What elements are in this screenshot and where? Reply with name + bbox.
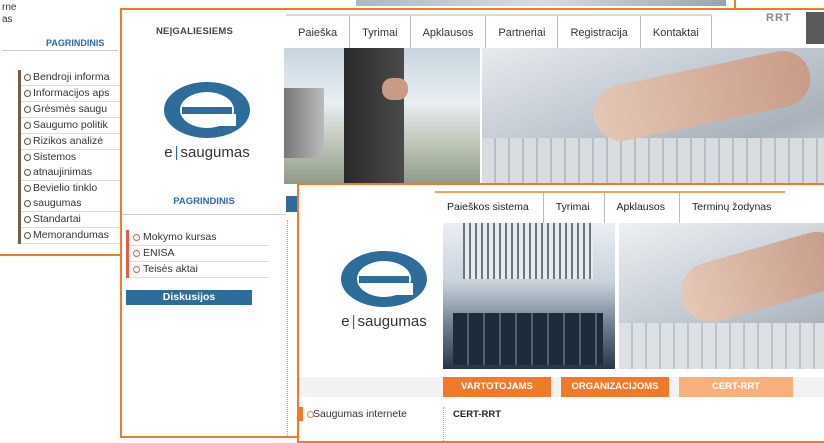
header-photo-typing [619, 223, 824, 369]
menu-item[interactable]: Grėsmės saugu [21, 102, 121, 118]
section-heading: PAGRINDINIS [173, 196, 235, 207]
content-heading: CERT-RRT [453, 409, 502, 420]
menu-item-saugumas-internete[interactable]: Saugumas internete [299, 407, 443, 421]
menu-item-wrapped[interactable]: Sistemos [21, 150, 121, 165]
tab-cert-rrt[interactable]: CERT-RRT [679, 377, 793, 397]
side-menu: Bendroji informa Informacijos aps Grėsmė… [18, 70, 121, 244]
text-fragment: rne as [2, 2, 16, 26]
top-nav: Paieška Tyrimai Apklausos Partneriai Reg… [286, 14, 712, 48]
menu-item-line: Bevielio tinklo [33, 182, 98, 194]
column-divider [443, 407, 444, 441]
header-photo-strip [356, 0, 726, 6]
nav-item-apklausos[interactable]: Apklausos [605, 193, 680, 223]
header-photo-server-room [443, 223, 615, 369]
fragment-line: as [2, 14, 13, 25]
accessibility-link[interactable]: NEĮGALIESIEMS [156, 26, 233, 37]
menu-item-line: saugumas [33, 197, 82, 209]
logo-text: e | saugumas [164, 144, 250, 161]
menu-item[interactable]: Standartai [21, 212, 121, 228]
e-logo-icon [341, 251, 427, 307]
nav-item-registracija[interactable]: Registracija [558, 16, 641, 48]
menu-item[interactable]: Informacijos aps [21, 86, 121, 102]
nav-item-kontaktai[interactable]: Kontaktai [641, 16, 712, 48]
header-photo-typing [482, 45, 824, 184]
nav-item-apklausos[interactable]: Apklausos [411, 16, 487, 48]
tab-organizacijoms[interactable]: ORGANIZACIJOMS [561, 377, 669, 397]
site-logo[interactable]: e | saugumas [152, 82, 262, 161]
nav-item-paieskos-sistema[interactable]: Paieškos sistema [435, 193, 544, 223]
nav-item-paieska[interactable]: Paieška [286, 16, 351, 48]
menu-item-wrapped[interactable]: Bevielio tinklo [21, 181, 121, 196]
menu-item-line: Sistemos [33, 151, 77, 163]
nav-item-tyrimai[interactable]: Tyrimai [544, 193, 605, 223]
menu-item[interactable]: Bendroji informa [21, 70, 121, 86]
site-logo[interactable]: e | saugumas [329, 251, 439, 330]
column-divider [287, 220, 288, 436]
divider [122, 214, 286, 215]
rrt-logo[interactable]: RRT [766, 12, 792, 24]
nav-item-tyrimai[interactable]: Tyrimai [350, 16, 411, 48]
discussions-button[interactable]: Diskusijos [126, 290, 252, 305]
menu-item-continuation[interactable]: atnaujinimas [21, 165, 121, 181]
fragment-line: rne [2, 2, 17, 13]
section-heading: PAGRINDINIS [46, 38, 105, 48]
menu-item[interactable]: Saugumo politik [21, 118, 121, 134]
side-menu: Mokymo kursas ENISA Teisės aktai [126, 230, 269, 278]
header-photo-laptop [284, 48, 480, 184]
menu-item[interactable]: Memorandumas [21, 228, 121, 244]
top-nav: Paieškos sistema Tyrimai Apklausos Termi… [435, 191, 786, 223]
front-window: Paieškos sistema Tyrimai Apklausos Termi… [297, 183, 824, 443]
menu-item[interactable]: Rizikos analizė [21, 134, 121, 150]
logo-text: e | saugumas [341, 313, 427, 330]
menu-item-enisa[interactable]: ENISA [129, 246, 269, 262]
menu-item-teises-aktai[interactable]: Teisės aktai [129, 262, 269, 278]
menu-item-continuation[interactable]: saugumas [21, 196, 121, 212]
menu-item-line: atnaujinimas [33, 166, 92, 178]
menu-item-mokymo-kursas[interactable]: Mokymo kursas [129, 230, 269, 246]
tab-vartotojams[interactable]: VARTOTOJAMS [443, 377, 551, 397]
rrt-logo-block [806, 12, 824, 44]
nav-item-terminu-zodynas[interactable]: Terminų žodynas [680, 193, 785, 223]
divider [2, 50, 118, 51]
nav-item-partneriai[interactable]: Partneriai [486, 16, 559, 48]
e-logo-icon [164, 82, 250, 138]
